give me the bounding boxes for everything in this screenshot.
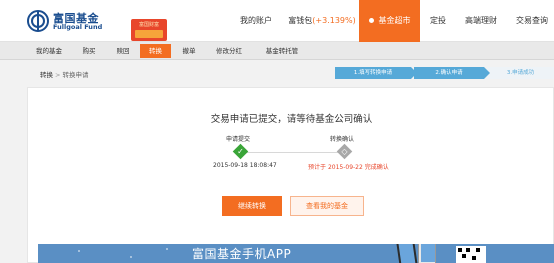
nav-fund-market[interactable]: 基金超市 <box>359 0 420 42</box>
breadcrumb: 转换 > 转换申请 <box>40 69 88 79</box>
phone-image-icon <box>418 244 436 263</box>
timeline-confirm-estimate: 预计于 2015-09-22 完成确认 <box>308 162 389 171</box>
app-promo-banner[interactable]: 富国基金手机APP <box>38 244 554 263</box>
phone-image-icon <box>395 244 419 263</box>
page-title: 交易申请已提交，请等待基金公司确认 <box>210 114 373 125</box>
nav-fixed-invest[interactable]: 定投 <box>424 0 452 42</box>
continue-switch-label: 继续转换 <box>238 202 266 210</box>
pending-diamond-icon: ◇ <box>336 143 353 160</box>
tab-transfer-custody-label: 基金转托管 <box>265 47 299 55</box>
timeline-submit-date: 2015-09-18 18:08:47 <box>213 162 277 169</box>
brand-emblem-icon <box>27 10 49 32</box>
banner-title: 富国基金手机APP <box>192 247 292 261</box>
step-arrow-icon <box>484 67 490 79</box>
step-3-label: 3.申请成功 <box>506 70 535 76</box>
nav-high-end-label: 高端理财 <box>465 16 497 25</box>
estimate-date: 2015-09-22 <box>327 164 363 171</box>
timeline-connector <box>243 152 345 153</box>
nav-wallet[interactable]: 富钱包(+3.139%) <box>286 0 358 42</box>
estimate-suffix: 完成确认 <box>364 164 389 171</box>
view-my-funds-label: 查看我的基金 <box>306 202 348 210</box>
tab-dividend-label: 修改分红 <box>216 47 242 55</box>
nav-fixed-invest-label: 定投 <box>430 16 446 25</box>
tab-buy-label: 购买 <box>82 47 96 55</box>
step-2-label: 2.确认申请 <box>435 70 463 76</box>
nav-wallet-label: 富钱包 <box>288 16 313 25</box>
badge-ribbon-icon <box>135 30 163 38</box>
tab-cancel-label: 撤单 <box>182 47 196 55</box>
progress-steps: 1.填写转换申请 2.确认申请 3.申请成功 <box>335 67 554 79</box>
banner-sparkle-icon <box>78 250 80 252</box>
tab-switch-label: 转换 <box>149 47 162 55</box>
tab-redeem-label: 赎回 <box>116 47 130 55</box>
continue-switch-button[interactable]: 继续转换 <box>222 196 282 216</box>
step-arrow-icon <box>411 67 417 79</box>
tab-transfer-custody[interactable]: 基金转托管 <box>256 44 308 58</box>
qr-code-icon[interactable] <box>456 246 486 263</box>
check-icon: ✓ <box>232 143 249 160</box>
banner-sparkle-icon <box>166 248 168 250</box>
brand-name-en: Fullgoal Fund <box>53 23 103 31</box>
nav-high-end[interactable]: 高端理财 <box>458 0 504 42</box>
tab-my-funds[interactable]: 我的基金 <box>30 44 68 58</box>
active-dot-icon <box>368 18 374 23</box>
nav-my-account[interactable]: 我的账户 <box>230 0 282 42</box>
view-my-funds-button[interactable]: 查看我的基金 <box>290 196 364 216</box>
step-success: 3.申请成功 <box>487 67 554 79</box>
step-confirm-application: 2.确认申请 <box>414 67 490 79</box>
result-panel: 交易申请已提交，请等待基金公司确认 申请提交 转换确认 ✓ ◇ 2015-09-… <box>27 87 554 263</box>
estimate-prefix: 预计于 <box>308 164 327 171</box>
nav-my-account-label: 我的账户 <box>240 16 272 25</box>
tab-buy[interactable]: 购买 <box>76 44 102 58</box>
breadcrumb-separator: > <box>55 71 61 79</box>
timeline-submit-label: 申请提交 <box>226 136 251 143</box>
banner-sparkle-icon <box>130 256 132 258</box>
breadcrumb-root[interactable]: 转换 <box>40 71 53 79</box>
tab-dividend[interactable]: 修改分红 <box>209 44 249 58</box>
sub-nav: 我的基金 购买 赎回 转换 撤单 修改分红 基金转托管 <box>0 42 554 60</box>
wealth-badge-label: 富国财富 <box>138 22 159 28</box>
tab-switch[interactable]: 转换 <box>140 44 171 58</box>
wealth-badge: 富国财富 <box>131 19 167 41</box>
step-1-label: 1.填写转换申请 <box>353 70 393 76</box>
nav-trade-query-label: 交易查询 <box>516 16 548 25</box>
wallet-yield: (+3.139%) <box>312 16 356 25</box>
nav-fund-market-label: 基金超市 <box>378 16 411 25</box>
site-header: 富国基金 Fullgoal Fund 富国财富 我的账户 富钱包(+3.139%… <box>0 0 554 42</box>
tab-my-funds-label: 我的基金 <box>36 47 62 55</box>
brand-logo[interactable]: 富国基金 Fullgoal Fund 富国财富 <box>27 9 167 41</box>
breadcrumb-current: 转换申请 <box>62 71 89 79</box>
nav-trade-query[interactable]: 交易查询 <box>510 0 554 42</box>
tab-redeem[interactable]: 赎回 <box>110 44 136 58</box>
timeline-confirm-label: 转换确认 <box>330 136 355 143</box>
step-fill-application: 1.填写转换申请 <box>335 67 417 79</box>
tab-cancel[interactable]: 撤单 <box>176 44 202 58</box>
